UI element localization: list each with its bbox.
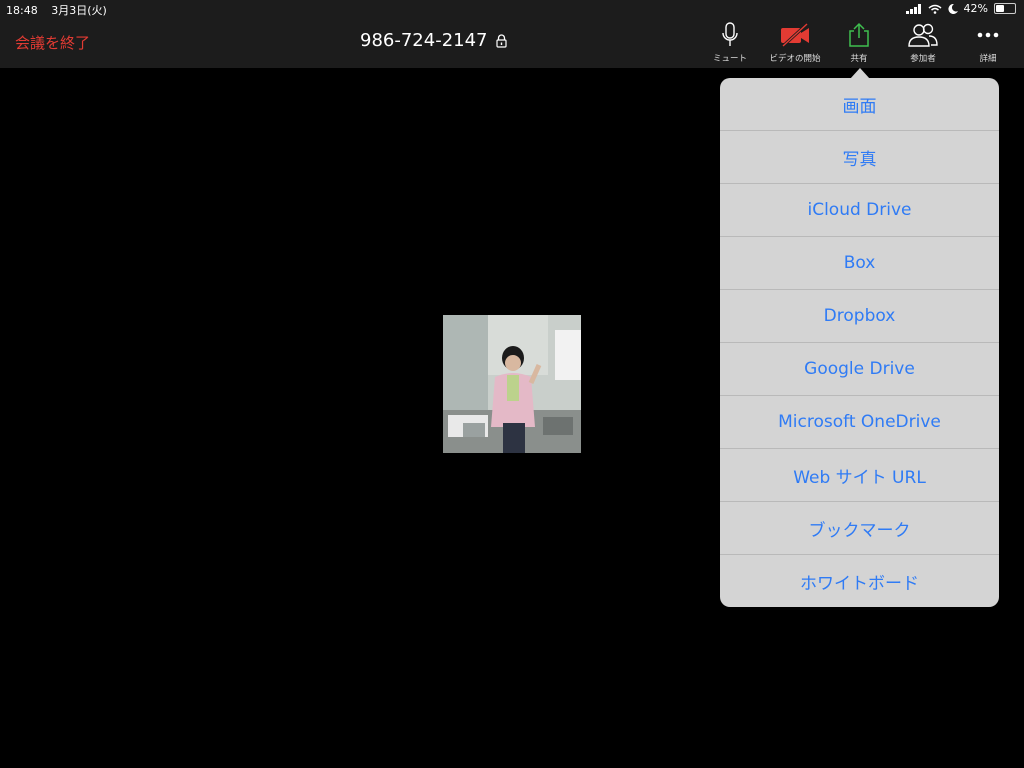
- participants-button[interactable]: 参加者: [888, 22, 958, 64]
- end-meeting-button[interactable]: 会議を終了: [15, 32, 90, 53]
- share-menu-popover: 画面 写真 iCloud Drive Box Dropbox Google Dr…: [720, 68, 999, 607]
- more-label: 詳細: [979, 54, 997, 64]
- more-icon: [977, 32, 999, 38]
- status-left: 18:48 3月3日(火): [6, 2, 117, 18]
- meeting-id-text: 986-724-2147: [360, 30, 488, 51]
- status-bar: 18:48 3月3日(火) 42%: [0, 0, 1024, 18]
- battery-percent: 42%: [963, 2, 988, 15]
- meeting-id: 986-724-2147: [360, 30, 507, 51]
- share-option-onedrive[interactable]: Microsoft OneDrive: [720, 396, 999, 449]
- participants-label: 参加者: [910, 54, 936, 64]
- share-option-photos[interactable]: 写真: [720, 131, 999, 184]
- share-option-google-drive[interactable]: Google Drive: [720, 343, 999, 396]
- share-icon: [849, 22, 869, 47]
- battery-fill: [996, 5, 1004, 12]
- mute-button[interactable]: ミュート: [695, 22, 765, 64]
- more-button[interactable]: 詳細: [953, 22, 1023, 64]
- share-button[interactable]: 共有: [824, 22, 894, 64]
- battery-icon: [994, 3, 1016, 14]
- meeting-toolbar: 会議を終了 986-724-2147 ミュート ビデオの開始 共有 参加者 詳細: [0, 18, 1024, 68]
- participant-video-tile[interactable]: [443, 315, 581, 453]
- share-option-icloud-drive[interactable]: iCloud Drive: [720, 184, 999, 237]
- share-label: 共有: [850, 54, 868, 64]
- participant-video-image: [443, 315, 581, 453]
- participants-icon: [908, 23, 938, 47]
- moon-icon: [948, 3, 958, 14]
- share-menu: 画面 写真 iCloud Drive Box Dropbox Google Dr…: [720, 78, 999, 607]
- start-video-label: ビデオの開始: [769, 54, 821, 64]
- share-option-bookmark[interactable]: ブックマーク: [720, 502, 999, 555]
- wifi-icon: [928, 4, 942, 14]
- status-time: 18:48: [6, 4, 38, 17]
- share-option-box[interactable]: Box: [720, 237, 999, 290]
- lock-icon: [495, 33, 507, 48]
- share-option-dropbox[interactable]: Dropbox: [720, 290, 999, 343]
- share-option-whiteboard[interactable]: ホワイトボード: [720, 555, 999, 607]
- mute-label: ミュート: [712, 54, 747, 64]
- start-video-button[interactable]: ビデオの開始: [760, 22, 830, 64]
- status-date: 3月3日(火): [51, 4, 107, 17]
- signal-icon: [905, 3, 921, 14]
- share-option-website-url[interactable]: Web サイト URL: [720, 449, 999, 502]
- microphone-icon: [722, 22, 738, 46]
- share-option-screen[interactable]: 画面: [720, 78, 999, 131]
- status-right: 42%: [905, 2, 1016, 15]
- video-off-icon: [781, 22, 809, 48]
